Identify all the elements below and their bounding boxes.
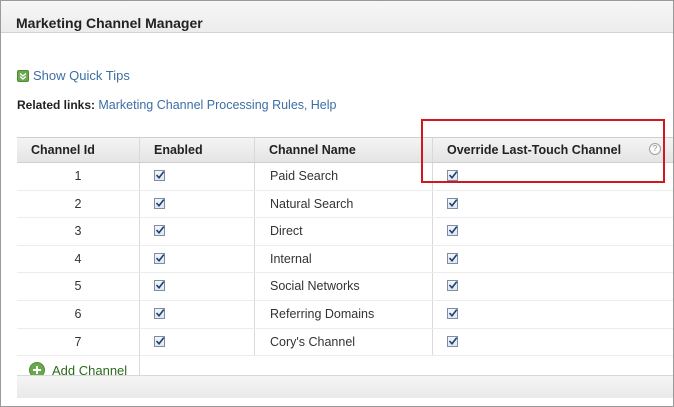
channel-name-cell: Direct [270, 224, 303, 239]
marketing-channel-manager-panel: Marketing Channel Manager Show Quick Tip… [0, 0, 674, 407]
table-row: 2 Natural Search [17, 190, 673, 219]
column-divider [432, 328, 433, 356]
column-divider [432, 245, 433, 273]
channel-name-cell: Natural Search [270, 196, 354, 211]
channel-id-cell: 2 [74, 196, 82, 211]
override-checkbox[interactable] [447, 170, 458, 181]
channel-name-cell: Paid Search [270, 169, 339, 183]
column-divider [139, 300, 140, 328]
override-checkbox[interactable] [447, 335, 458, 347]
column-divider [139, 273, 140, 300]
channel-name-cell: Internal [270, 251, 312, 266]
column-divider [432, 138, 433, 162]
enabled-checkbox[interactable] [154, 307, 165, 319]
column-divider [254, 190, 255, 218]
table-row: 6 Referring Domains [17, 300, 673, 329]
column-divider [254, 328, 255, 356]
chevron-down-icon [17, 69, 29, 82]
enabled-checkbox[interactable] [154, 335, 165, 347]
channel-name-cell: Referring Domains [270, 306, 375, 321]
help-link[interactable]: Help [311, 98, 337, 112]
table-row: 4 Internal [17, 245, 673, 274]
processing-rules-link[interactable]: Marketing Channel Processing Rules [98, 98, 304, 112]
column-divider [254, 218, 255, 245]
enabled-checkbox[interactable] [154, 197, 165, 209]
override-checkbox[interactable] [447, 280, 458, 292]
column-divider [139, 218, 140, 245]
column-divider [432, 190, 433, 218]
table-row: 7 Cory's Channel [17, 328, 673, 357]
question-mark-icon[interactable]: ? [649, 143, 661, 155]
column-divider [254, 163, 255, 190]
column-divider [139, 245, 140, 273]
override-checkbox[interactable] [447, 252, 458, 264]
column-divider [254, 300, 255, 328]
related-links: Related links: Marketing Channel Process… [17, 98, 336, 112]
enabled-checkbox[interactable] [154, 280, 165, 292]
header-channel-name[interactable]: Channel Name [269, 138, 356, 162]
column-divider [432, 218, 433, 245]
header-enabled[interactable]: Enabled [154, 138, 203, 162]
channel-id-cell: 5 [74, 279, 82, 294]
channel-name-cell: Cory's Channel [270, 334, 356, 349]
table-row: 3 Direct [17, 218, 673, 246]
override-checkbox[interactable] [447, 307, 458, 319]
column-divider [432, 273, 433, 300]
page-title: Marketing Channel Manager [16, 15, 203, 31]
enabled-checkbox[interactable] [154, 170, 165, 181]
table-row: 1 Paid Search [17, 163, 673, 191]
channel-name-cell: Social Networks [270, 279, 360, 294]
table-body: 1 Paid Search 2 Natural Search 3 Direct 4 Inter… [17, 163, 673, 357]
enabled-checkbox[interactable] [154, 225, 165, 237]
column-divider [139, 138, 140, 162]
column-divider [139, 163, 140, 190]
channel-id-cell: 6 [74, 306, 82, 321]
column-divider [139, 190, 140, 218]
column-divider [432, 300, 433, 328]
channel-id-cell: 7 [74, 334, 82, 349]
channel-id-cell: 1 [74, 169, 82, 183]
channel-id-cell: 4 [74, 251, 82, 266]
enabled-checkbox[interactable] [154, 252, 165, 264]
channel-table: Channel Id Enabled Channel Name Override… [17, 137, 673, 384]
table-header: Channel Id Enabled Channel Name Override… [17, 137, 673, 163]
channel-id-cell: 3 [74, 224, 82, 239]
header-override-last-touch[interactable]: Override Last-Touch Channel [447, 138, 621, 162]
column-divider [254, 245, 255, 273]
table-row: 5 Social Networks [17, 273, 673, 301]
column-divider [139, 328, 140, 356]
show-quick-tips-label: Show Quick Tips [33, 68, 130, 83]
link-separator: , [304, 98, 311, 112]
override-checkbox[interactable] [447, 197, 458, 209]
column-divider [254, 273, 255, 300]
show-quick-tips-link[interactable]: Show Quick Tips [17, 68, 130, 83]
related-links-label: Related links: [17, 98, 96, 112]
header-channel-id[interactable]: Channel Id [31, 138, 95, 162]
column-divider [432, 163, 433, 190]
table-footer [17, 375, 673, 398]
column-divider [254, 138, 255, 162]
title-bar: Marketing Channel Manager [1, 1, 673, 33]
override-checkbox[interactable] [447, 225, 458, 237]
